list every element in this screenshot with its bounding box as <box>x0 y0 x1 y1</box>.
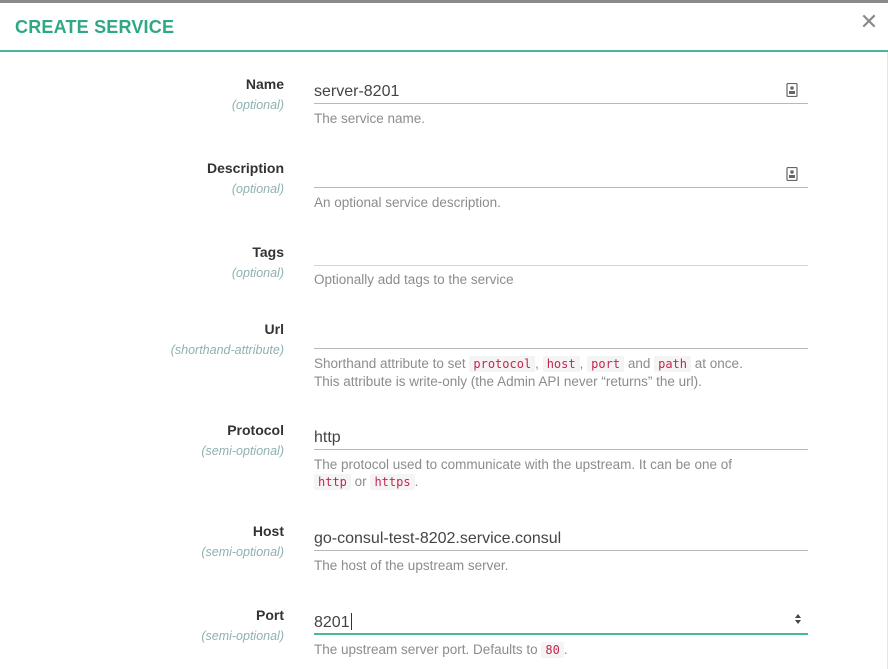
protocol-help-suffix: . <box>414 474 419 489</box>
port-label: Port <box>256 607 284 623</box>
url-help: Shorthand attribute to set protocol, hos… <box>314 355 808 390</box>
contact-card-icon[interactable] <box>786 167 798 181</box>
host-qualifier: (semi-optional) <box>201 545 284 559</box>
protocol-label: Protocol <box>227 422 284 438</box>
protocol-code-https: https <box>370 474 415 490</box>
url-label-group: Url (shorthand-attribute) <box>171 320 284 359</box>
url-qualifier: (shorthand-attribute) <box>170 343 284 357</box>
port-label-group: Port (semi-optional) <box>201 606 284 645</box>
port-value-text[interactable]: 8201 <box>314 614 350 631</box>
contact-card-icon[interactable] <box>786 83 798 97</box>
protocol-help-prefix: The protocol used to communicate with th… <box>314 457 732 472</box>
url-help-sep2: , <box>579 356 584 371</box>
protocol-input[interactable]: http <box>314 425 808 450</box>
port-input[interactable]: 8201 <box>314 609 808 635</box>
dialog-header: CREATE SERVICE ✕ <box>0 3 888 52</box>
description-label-group: Description (optional) <box>207 159 284 198</box>
port-help-prefix: The upstream server port. Defaults to <box>314 642 538 657</box>
host-input-value[interactable]: go-consul-test-8202.service.consul <box>314 530 561 548</box>
name-help: The service name. <box>314 111 426 126</box>
number-stepper-icon[interactable] <box>794 611 802 627</box>
name-qualifier: (optional) <box>231 98 284 112</box>
host-label: Host <box>252 523 284 539</box>
description-label: Description <box>206 160 284 176</box>
url-code-port: port <box>587 356 625 372</box>
port-input-value[interactable]: 8201 <box>314 613 352 632</box>
tags-label: Tags <box>252 244 284 260</box>
protocol-help-or: or <box>354 474 367 489</box>
dialog-title: CREATE SERVICE <box>15 17 175 37</box>
close-icon[interactable]: ✕ <box>859 11 879 33</box>
description-input[interactable] <box>314 163 808 188</box>
url-label: Url <box>264 321 284 337</box>
protocol-code-http: http <box>314 474 351 490</box>
port-help: The upstream server port. Defaults to 80… <box>314 641 808 659</box>
text-caret <box>350 613 352 630</box>
url-help-suffix: at once. <box>694 356 743 371</box>
url-input[interactable] <box>314 324 808 349</box>
host-help: The host of the upstream server. <box>314 558 509 573</box>
name-label: Name <box>245 76 284 92</box>
name-input-value[interactable]: server-8201 <box>314 83 399 101</box>
port-qualifier: (semi-optional) <box>201 629 284 643</box>
url-code-host: host <box>542 356 580 372</box>
name-label-group: Name (optional) <box>232 75 284 114</box>
tags-input[interactable] <box>314 241 808 266</box>
tags-label-group: Tags (optional) <box>232 243 284 282</box>
tags-help: Optionally add tags to the service <box>314 272 514 287</box>
port-code-default: 80 <box>541 642 564 658</box>
tags-qualifier: (optional) <box>231 266 284 280</box>
protocol-label-group: Protocol (semi-optional) <box>201 421 284 460</box>
description-help: An optional service description. <box>314 195 501 210</box>
port-help-suffix: . <box>563 642 568 657</box>
description-qualifier: (optional) <box>231 182 284 196</box>
name-input[interactable]: server-8201 <box>314 79 808 104</box>
host-input[interactable]: go-consul-test-8202.service.consul <box>314 526 808 551</box>
url-help-prefix: Shorthand attribute to set <box>314 356 466 371</box>
url-help-sep1: , <box>535 356 539 371</box>
url-help-line2: This attribute is write-only (the Admin … <box>314 374 702 389</box>
url-code-path: path <box>654 356 692 372</box>
host-label-group: Host (semi-optional) <box>201 522 284 561</box>
protocol-help: The protocol used to communicate with th… <box>314 456 808 491</box>
url-code-protocol: protocol <box>469 356 536 372</box>
protocol-input-value[interactable]: http <box>314 429 341 447</box>
url-help-and: and <box>627 356 651 371</box>
protocol-qualifier: (semi-optional) <box>201 444 284 458</box>
